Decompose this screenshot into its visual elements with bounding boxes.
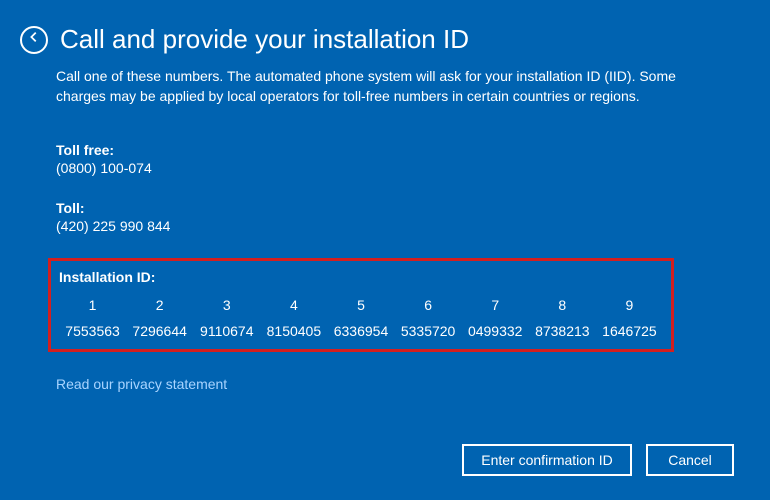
arrow-left-icon: [27, 30, 41, 49]
id-column-index: 3: [193, 297, 260, 313]
cancel-button[interactable]: Cancel: [646, 444, 734, 476]
id-column: 4 8150405: [260, 297, 327, 339]
id-column-value: 1646725: [596, 323, 663, 339]
id-column-value: 5335720: [395, 323, 462, 339]
id-column-value: 6336954: [327, 323, 394, 339]
id-column-index: 5: [327, 297, 394, 313]
id-column: 2 7296644: [126, 297, 193, 339]
toll-label: Toll:: [56, 200, 714, 216]
id-column-index: 1: [59, 297, 126, 313]
toll-free-label: Toll free:: [56, 142, 714, 158]
privacy-statement-link[interactable]: Read our privacy statement: [56, 376, 227, 392]
description-text: Call one of these numbers. The automated…: [56, 67, 714, 106]
toll-free-number: (0800) 100-074: [56, 160, 714, 176]
id-column-value: 7553563: [59, 323, 126, 339]
id-column: 9 1646725: [596, 297, 663, 339]
id-column: 5 6336954: [327, 297, 394, 339]
id-column: 3 9110674: [193, 297, 260, 339]
id-column-index: 6: [395, 297, 462, 313]
enter-confirmation-button[interactable]: Enter confirmation ID: [462, 444, 632, 476]
id-column-index: 2: [126, 297, 193, 313]
toll-section: Toll: (420) 225 990 844: [56, 200, 714, 234]
id-column-value: 0499332: [462, 323, 529, 339]
id-column-index: 4: [260, 297, 327, 313]
page-title: Call and provide your installation ID: [60, 24, 469, 55]
installation-id-box: Installation ID: 1 7553563 2 7296644 3 9…: [48, 258, 674, 352]
id-column-value: 9110674: [193, 323, 260, 339]
installation-id-label: Installation ID:: [59, 269, 663, 285]
id-column-index: 8: [529, 297, 596, 313]
id-column: 7 0499332: [462, 297, 529, 339]
id-column-index: 9: [596, 297, 663, 313]
id-column: 8 8738213: [529, 297, 596, 339]
id-column-value: 8738213: [529, 323, 596, 339]
id-column: 1 7553563: [59, 297, 126, 339]
installation-id-grid: 1 7553563 2 7296644 3 9110674 4 8150405 …: [59, 297, 663, 339]
id-column-value: 8150405: [260, 323, 327, 339]
id-column-index: 7: [462, 297, 529, 313]
id-column-value: 7296644: [126, 323, 193, 339]
toll-free-section: Toll free: (0800) 100-074: [56, 142, 714, 176]
back-button[interactable]: [20, 26, 48, 54]
id-column: 6 5335720: [395, 297, 462, 339]
toll-number: (420) 225 990 844: [56, 218, 714, 234]
